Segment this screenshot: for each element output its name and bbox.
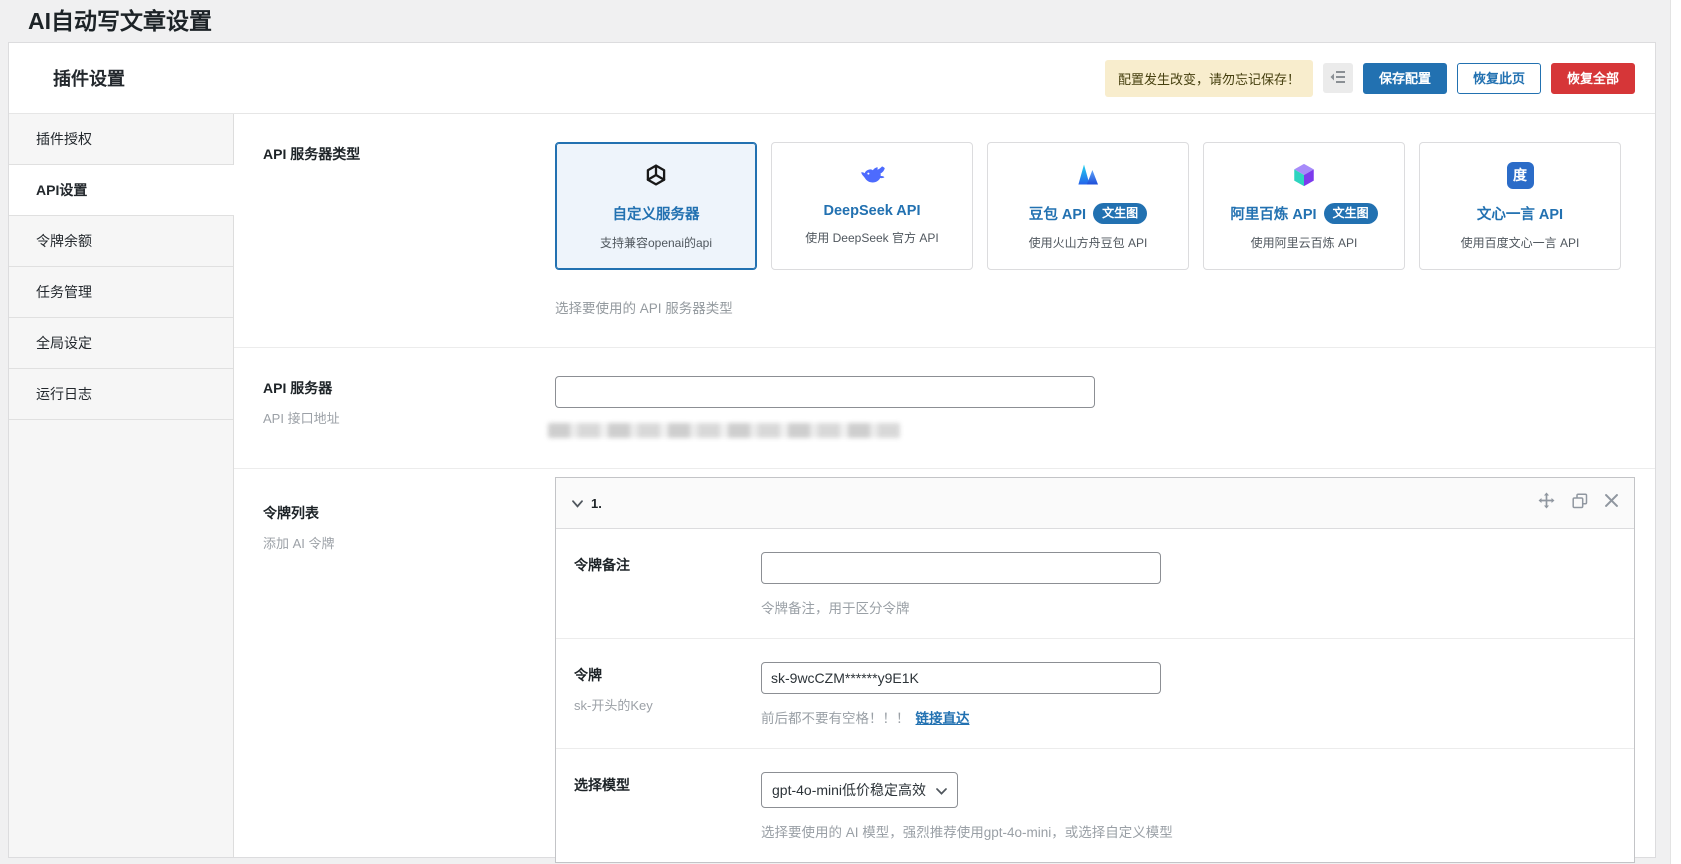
model-select-value: gpt-4o-mini低价稳定高效 bbox=[772, 780, 926, 800]
token-key-input[interactable] bbox=[761, 662, 1161, 694]
settings-header: 插件设置 配置发生改变，请勿忘记保存！ 保存配置 恢复此页 恢复全部 bbox=[9, 43, 1655, 114]
settings-sidebar: 插件授权 API设置 令牌余额 任务管理 全局设定 运行日志 bbox=[9, 114, 234, 857]
provider-card-title: 自定义服务器 bbox=[613, 203, 700, 224]
settings-title: 插件设置 bbox=[53, 65, 125, 91]
duplicate-icon[interactable] bbox=[1572, 493, 1588, 514]
provider-card-title: DeepSeek API bbox=[824, 203, 921, 219]
deepseek-whale-icon bbox=[780, 160, 964, 190]
settings-content: API 服务器类型 自定义服务器 支持兼容openai bbox=[234, 114, 1655, 857]
api-server-input[interactable] bbox=[555, 376, 1095, 408]
redacted-api-url bbox=[548, 423, 900, 438]
model-select-help: 选择要使用的 AI 模型，强烈推荐使用gpt-4o-mini，或选择自定义模型 bbox=[761, 821, 1616, 841]
provider-card-deepseek[interactable]: DeepSeek API 使用 DeepSeek 官方 API bbox=[771, 142, 973, 270]
page-title: AI自动写文章设置 bbox=[0, 0, 1681, 46]
token-note-input[interactable] bbox=[761, 552, 1161, 584]
page-scrollbar[interactable] bbox=[1670, 0, 1681, 864]
sidebar-item-token-balance[interactable]: 令牌余额 bbox=[9, 216, 233, 267]
sidebar-item-task-management[interactable]: 任务管理 bbox=[9, 267, 233, 318]
token-list-row: 令牌列表 添加 AI 令牌 1. bbox=[234, 469, 1655, 864]
token-key-row: 令牌 sk-开头的Key 前后都不要有空格！！！链接直达 bbox=[556, 639, 1634, 749]
api-server-type-help: 选择要使用的 API 服务器类型 bbox=[555, 297, 1655, 317]
token-item-toggle[interactable]: 1. bbox=[572, 496, 602, 511]
chevron-down-icon bbox=[572, 496, 583, 511]
provider-card-desc: 使用阿里云百炼 API bbox=[1212, 234, 1396, 251]
text-to-image-badge: 文生图 bbox=[1093, 203, 1147, 223]
token-item-index: 1. bbox=[591, 496, 602, 511]
save-config-button[interactable]: 保存配置 bbox=[1363, 63, 1447, 94]
doubao-volcano-icon bbox=[996, 160, 1180, 190]
select-chevron-icon bbox=[936, 782, 947, 798]
api-server-label: API 服务器 bbox=[263, 378, 555, 398]
model-select-row: 选择模型 gpt-4o-mini低价稳定高效 选择要使用的 AI 模型，强烈推荐… bbox=[556, 749, 1634, 862]
provider-card-desc: 使用百度文心一言 API bbox=[1428, 234, 1612, 251]
provider-card-bailian[interactable]: 阿里百炼 API 文生图 使用阿里云百炼 API bbox=[1203, 142, 1405, 270]
move-icon[interactable] bbox=[1538, 492, 1555, 514]
provider-card-wenxin[interactable]: 度 文心一言 API 使用百度文心一言 API bbox=[1419, 142, 1621, 270]
unsaved-changes-notice: 配置发生改变，请勿忘记保存！ bbox=[1105, 60, 1313, 97]
provider-card-title: 阿里百炼 API bbox=[1230, 203, 1316, 224]
token-item-panel: 1. bbox=[555, 477, 1635, 863]
token-note-help: 令牌备注，用于区分令牌 bbox=[761, 597, 1616, 617]
api-server-row: API 服务器 API 接口地址 bbox=[234, 348, 1655, 469]
restore-page-button[interactable]: 恢复此页 bbox=[1457, 63, 1541, 94]
sidebar-item-global-settings[interactable]: 全局设定 bbox=[9, 318, 233, 369]
token-key-label: 令牌 bbox=[574, 665, 761, 685]
bailian-cube-icon bbox=[1212, 160, 1396, 190]
close-icon[interactable] bbox=[1605, 494, 1618, 512]
provider-card-desc: 使用火山方舟豆包 API bbox=[996, 234, 1180, 251]
api-server-sublabel: API 接口地址 bbox=[263, 408, 555, 427]
direct-link[interactable]: 链接直达 bbox=[916, 711, 970, 726]
collapse-icon bbox=[1330, 70, 1346, 87]
restore-all-button[interactable]: 恢复全部 bbox=[1551, 63, 1635, 94]
token-item-actions bbox=[1538, 492, 1618, 514]
sidebar-item-plugin-auth[interactable]: 插件授权 bbox=[9, 114, 233, 165]
token-note-row: 令牌备注 令牌备注，用于区分令牌 bbox=[556, 529, 1634, 639]
provider-card-desc: 支持兼容openai的api bbox=[564, 234, 748, 251]
provider-card-custom-server[interactable]: 自定义服务器 支持兼容openai的api bbox=[555, 142, 757, 270]
api-server-type-label: API 服务器类型 bbox=[263, 144, 555, 164]
provider-cards: 自定义服务器 支持兼容openai的api DeepSeek API bbox=[555, 142, 1655, 270]
provider-card-title: 文心一言 API bbox=[1477, 203, 1563, 224]
baidu-du-icon: 度 bbox=[1428, 160, 1612, 190]
text-to-image-badge: 文生图 bbox=[1324, 203, 1378, 223]
token-list-sublabel: 添加 AI 令牌 bbox=[263, 533, 555, 552]
token-key-help: 前后都不要有空格！！！链接直达 bbox=[761, 707, 1616, 727]
token-list-label: 令牌列表 bbox=[263, 503, 555, 523]
api-server-type-row: API 服务器类型 自定义服务器 支持兼容openai bbox=[234, 114, 1655, 348]
openai-logo-icon bbox=[564, 160, 748, 190]
model-select[interactable]: gpt-4o-mini低价稳定高效 bbox=[761, 772, 958, 808]
sidebar-item-api-settings[interactable]: API设置 bbox=[9, 165, 234, 216]
token-key-sublabel: sk-开头的Key bbox=[574, 695, 761, 714]
provider-card-title: 豆包 API bbox=[1029, 203, 1086, 224]
model-select-label: 选择模型 bbox=[574, 775, 761, 795]
sidebar-item-run-log[interactable]: 运行日志 bbox=[9, 369, 233, 420]
collapse-menu-button[interactable] bbox=[1323, 63, 1353, 93]
token-item-header: 1. bbox=[556, 478, 1634, 529]
header-actions: 配置发生改变，请勿忘记保存！ 保存配置 恢复此页 恢复全部 bbox=[1105, 60, 1635, 97]
settings-card: 插件设置 配置发生改变，请勿忘记保存！ 保存配置 恢复此页 恢复全部 插件授权 … bbox=[8, 42, 1656, 858]
provider-card-doubao[interactable]: 豆包 API 文生图 使用火山方舟豆包 API bbox=[987, 142, 1189, 270]
token-note-label: 令牌备注 bbox=[574, 555, 761, 575]
provider-card-desc: 使用 DeepSeek 官方 API bbox=[780, 229, 964, 246]
